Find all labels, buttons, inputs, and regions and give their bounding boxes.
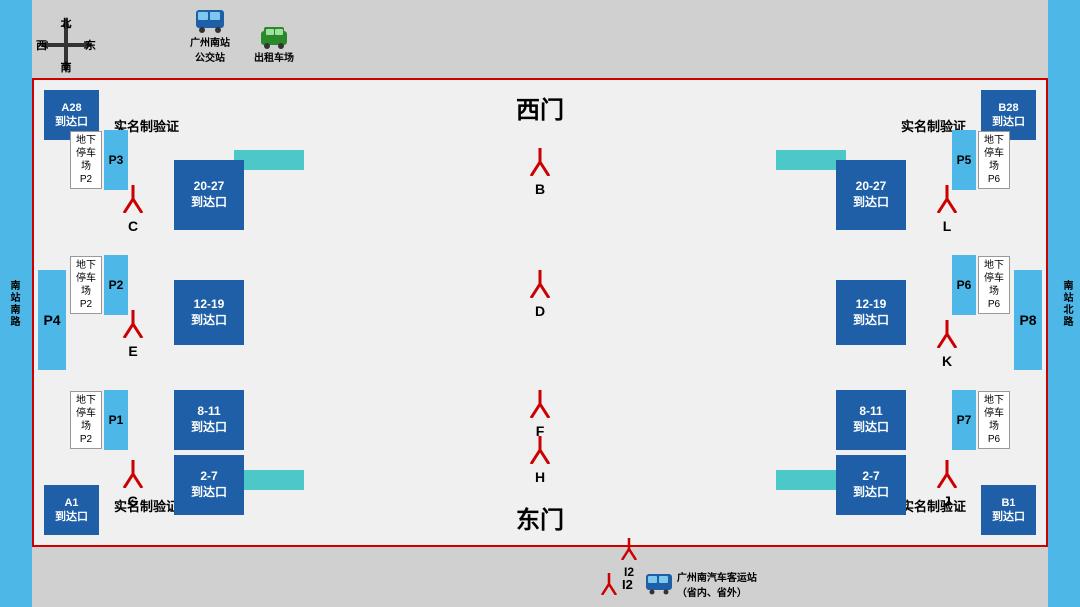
compass-north: 北	[61, 15, 72, 31]
p1-underground: 地下停车场P2	[70, 391, 102, 449]
left-lower1-block: 8-11 到达口	[174, 390, 244, 450]
right-lower1-block: 8-11 到达口	[836, 390, 906, 450]
p7-label: P7	[952, 390, 976, 450]
gate-K-label: K	[936, 353, 958, 369]
gate-H: H	[529, 436, 551, 485]
compass: 北 南 西 东	[36, 15, 96, 75]
gate-E-label: E	[122, 343, 144, 359]
p7-underground: 地下停车场P6	[978, 391, 1010, 449]
legend-bus: 广州南汽车客运站 （省内、省外）	[645, 569, 757, 599]
p5-area: 地下停车场P6 P5	[952, 130, 1010, 190]
p2-underground: 地下停车场P2	[70, 256, 102, 314]
left-lower2-block: 2-7 到达口	[174, 455, 244, 515]
right-mid-block: 12-19 到达口	[836, 280, 906, 345]
p2-area: 地下停车场P2 P2	[70, 255, 128, 315]
p6-underground: 地下停车场P6	[978, 256, 1010, 314]
taxi-station: 出租车场	[254, 23, 294, 64]
p1-area: 地下停车场P2 P1	[70, 390, 128, 450]
b1-block: B1 到达口	[981, 485, 1036, 535]
road-left-label: 南站南路	[6, 280, 21, 328]
teal-top-left	[234, 150, 304, 170]
p2-label: P2	[104, 255, 128, 315]
left-mid-block: 12-19 到达口	[174, 280, 244, 345]
p6-label: P6	[952, 255, 976, 315]
gate-J: J	[936, 460, 958, 509]
gate-B: B	[529, 148, 551, 197]
compass-east: 东	[85, 37, 96, 53]
bus-station-label: 广州南站 公交站	[190, 34, 230, 64]
gate-G-label: G	[122, 493, 144, 509]
building: 西门 东门 A28 到达口 B28 到达口 实名制验证 实名制验证 实名制验证 …	[32, 78, 1048, 547]
p7-area: 地下停车场P6 P7	[952, 390, 1010, 450]
gate-G: G	[122, 460, 144, 509]
p6-area: 地下停车场P6 P6	[952, 255, 1010, 315]
gate-J-label: J	[936, 493, 958, 509]
gate-F: F	[529, 390, 551, 439]
p3-underground: 地下停车场P2	[70, 131, 102, 189]
page-wrapper: 北 南 西 东 广州南站 公交站	[0, 0, 1080, 607]
gate-L-label: L	[936, 218, 958, 234]
p8-label: P8	[1014, 270, 1042, 370]
gate-L: L	[936, 185, 958, 234]
legend-bus-label: 广州南汽车客运站 （省内、省外）	[677, 569, 757, 599]
right-lower2-block: 2-7 到达口	[836, 455, 906, 515]
gate-C-label: C	[122, 218, 144, 234]
gate-K: K	[936, 320, 958, 369]
gate-H-label: H	[529, 469, 551, 485]
east-gate-label: 东门	[516, 500, 564, 535]
gate-B-label: B	[529, 181, 551, 197]
compass-south: 南	[61, 59, 72, 75]
gate-E: E	[122, 310, 144, 359]
right-upper-block: 20-27 到达口	[836, 160, 906, 230]
gate-D-label: D	[529, 303, 551, 319]
p3-area: 地下停车场P2 P3	[70, 130, 128, 190]
left-upper-block: 20-27 到达口	[174, 160, 244, 230]
top-stations: 广州南站 公交站 出租车场	[190, 8, 294, 64]
taxi-label: 出租车场	[254, 49, 294, 64]
teal-bottom-left	[234, 470, 304, 490]
p5-label: P5	[952, 130, 976, 190]
p1-label: P1	[104, 390, 128, 450]
bus-station: 广州南站 公交站	[190, 8, 230, 64]
west-gate-label: 西门	[516, 90, 564, 125]
gate-D: D	[529, 270, 551, 319]
gate-I2-label: I2	[620, 565, 638, 579]
a1-block: A1 到达口	[44, 485, 99, 535]
gate-C: C	[122, 185, 144, 234]
road-right-label: 南站北路	[1059, 280, 1074, 328]
p4-label: P4	[38, 270, 66, 370]
gate-I2: I2	[620, 538, 638, 579]
p3-label: P3	[104, 130, 128, 190]
compass-west: 西	[36, 37, 47, 53]
p5-underground: 地下停车场P6	[978, 131, 1010, 189]
